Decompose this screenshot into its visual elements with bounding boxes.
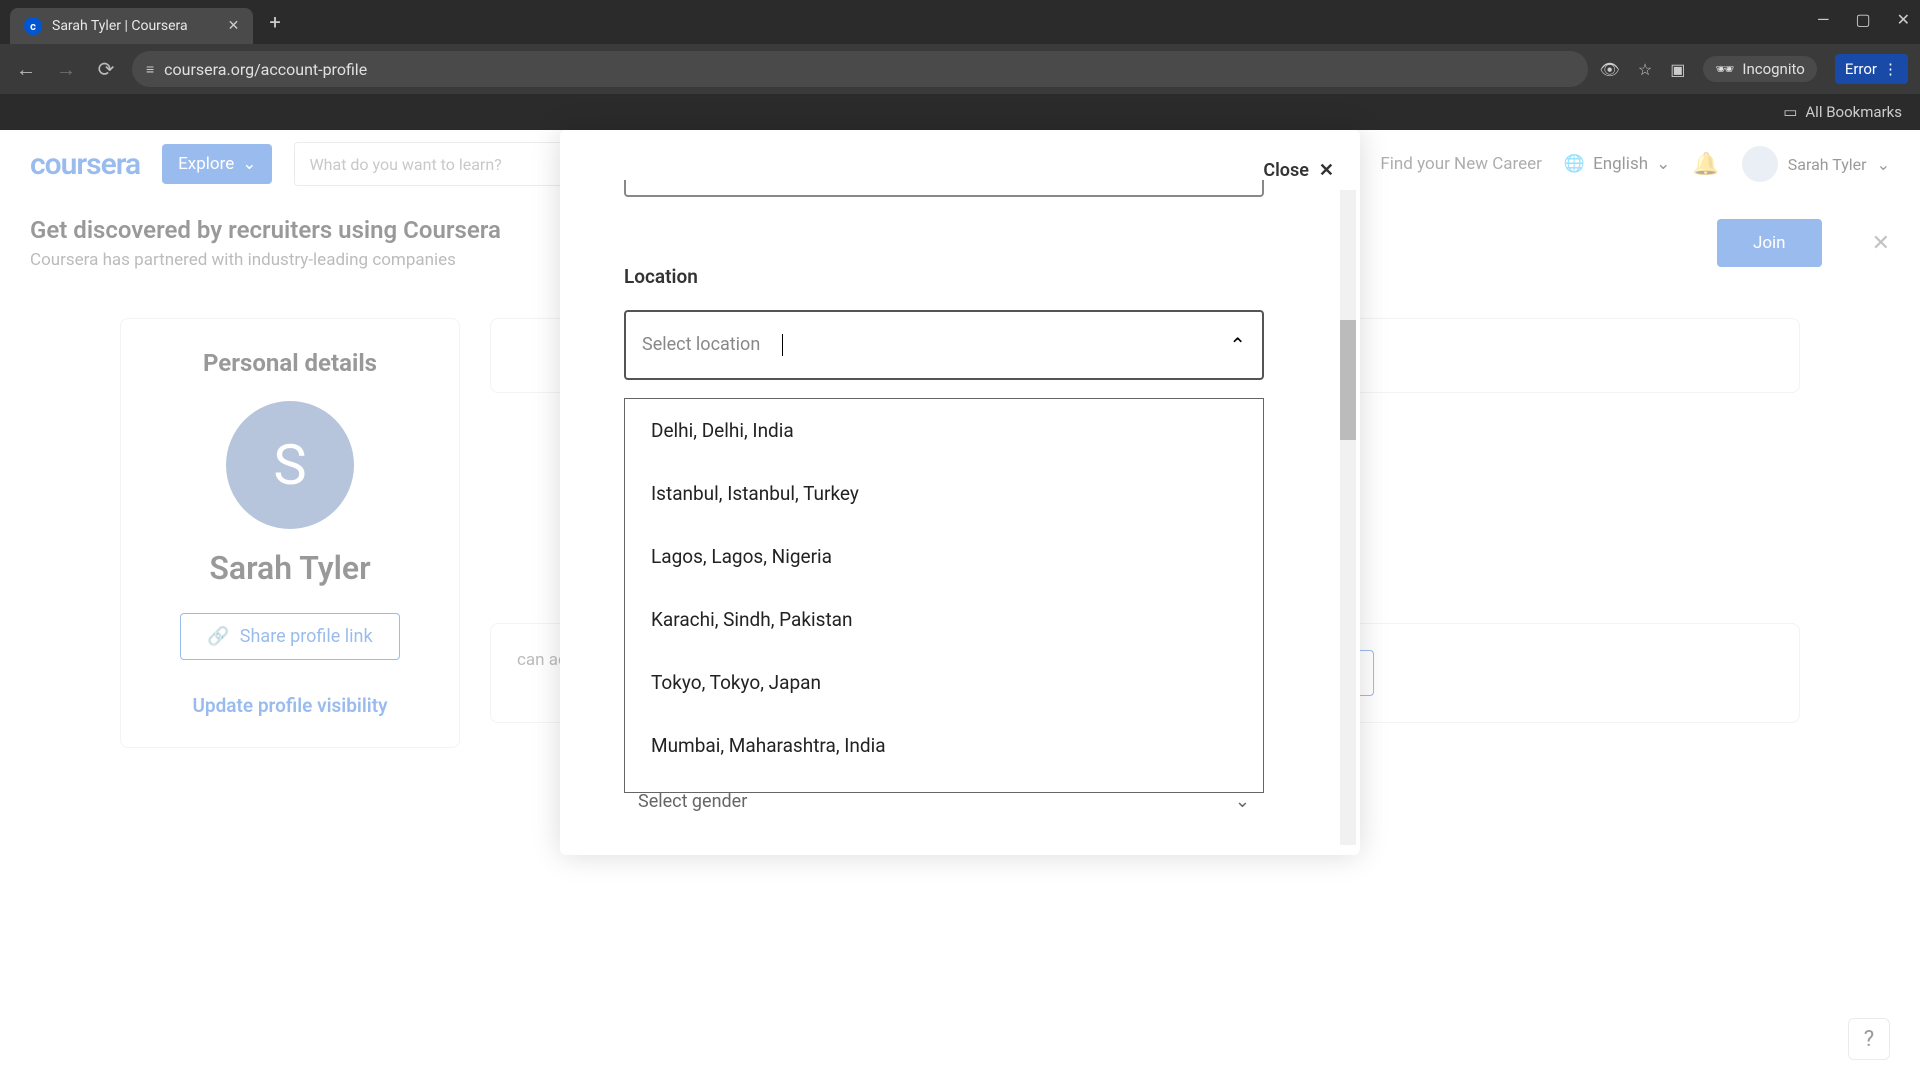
close-icon: ✕: [1319, 160, 1334, 181]
edit-profile-modal: Close ✕ Sarah Tyler Location Select loca…: [560, 130, 1360, 855]
forward-button: →: [52, 57, 80, 82]
text-cursor: [782, 334, 783, 356]
location-placeholder: Select location: [642, 334, 760, 355]
maximize-icon[interactable]: ▢: [1855, 10, 1870, 29]
location-option[interactable]: Mumbai, Maharashtra, India: [625, 714, 1263, 777]
site-settings-icon[interactable]: ≡: [146, 61, 154, 78]
location-option[interactable]: Delhi, Delhi, India: [625, 399, 1263, 462]
modal-close-button[interactable]: Close ✕: [1263, 160, 1334, 181]
location-label: Location: [624, 265, 1340, 288]
bookmarks-folder-icon: ▭: [1783, 103, 1797, 121]
modal-scrollbar-thumb[interactable]: [1340, 320, 1356, 440]
coursera-favicon: c: [24, 17, 42, 35]
name-input[interactable]: Sarah Tyler: [624, 180, 1264, 197]
tab-title: Sarah Tyler | Coursera: [52, 18, 188, 34]
location-select[interactable]: Select location ⌃: [624, 310, 1264, 380]
location-option[interactable]: Tokyo, Tokyo, Japan: [625, 651, 1263, 714]
incognito-icon: 🕶: [1715, 60, 1734, 78]
back-button[interactable]: ←: [12, 57, 40, 82]
close-tab-icon[interactable]: ✕: [228, 18, 240, 34]
chevron-down-icon: ⌄: [1235, 791, 1250, 812]
minimize-icon[interactable]: —: [1817, 10, 1830, 29]
star-icon[interactable]: ☆: [1638, 60, 1652, 79]
location-option[interactable]: Istanbul, Istanbul, Turkey: [625, 462, 1263, 525]
reload-button[interactable]: ⟳: [92, 57, 120, 81]
panel-icon[interactable]: ▣: [1670, 60, 1685, 79]
location-option[interactable]: Lagos, Lagos, Nigeria: [625, 525, 1263, 588]
browser-tab[interactable]: c Sarah Tyler | Coursera ✕: [10, 8, 253, 44]
new-tab-button[interactable]: +: [269, 10, 280, 34]
incognito-badge[interactable]: 🕶 Incognito: [1703, 56, 1817, 82]
location-option[interactable]: Karachi, Sindh, Pakistan: [625, 588, 1263, 651]
gender-select[interactable]: Select gender ⌄: [624, 781, 1264, 822]
eye-off-icon[interactable]: 👁: [1600, 60, 1620, 79]
close-window-icon[interactable]: ✕: [1897, 10, 1910, 29]
all-bookmarks-link[interactable]: All Bookmarks: [1805, 103, 1902, 121]
location-dropdown: Delhi, Delhi, India Istanbul, Istanbul, …: [624, 398, 1264, 793]
error-button[interactable]: Error ⋮: [1835, 54, 1908, 84]
address-bar[interactable]: ≡ coursera.org/account-profile: [132, 51, 1588, 87]
menu-dots-icon: ⋮: [1883, 60, 1898, 78]
modal-scrollbar-track: [1340, 190, 1356, 845]
url-text: coursera.org/account-profile: [164, 60, 1573, 79]
chevron-up-icon: ⌃: [1229, 333, 1246, 357]
